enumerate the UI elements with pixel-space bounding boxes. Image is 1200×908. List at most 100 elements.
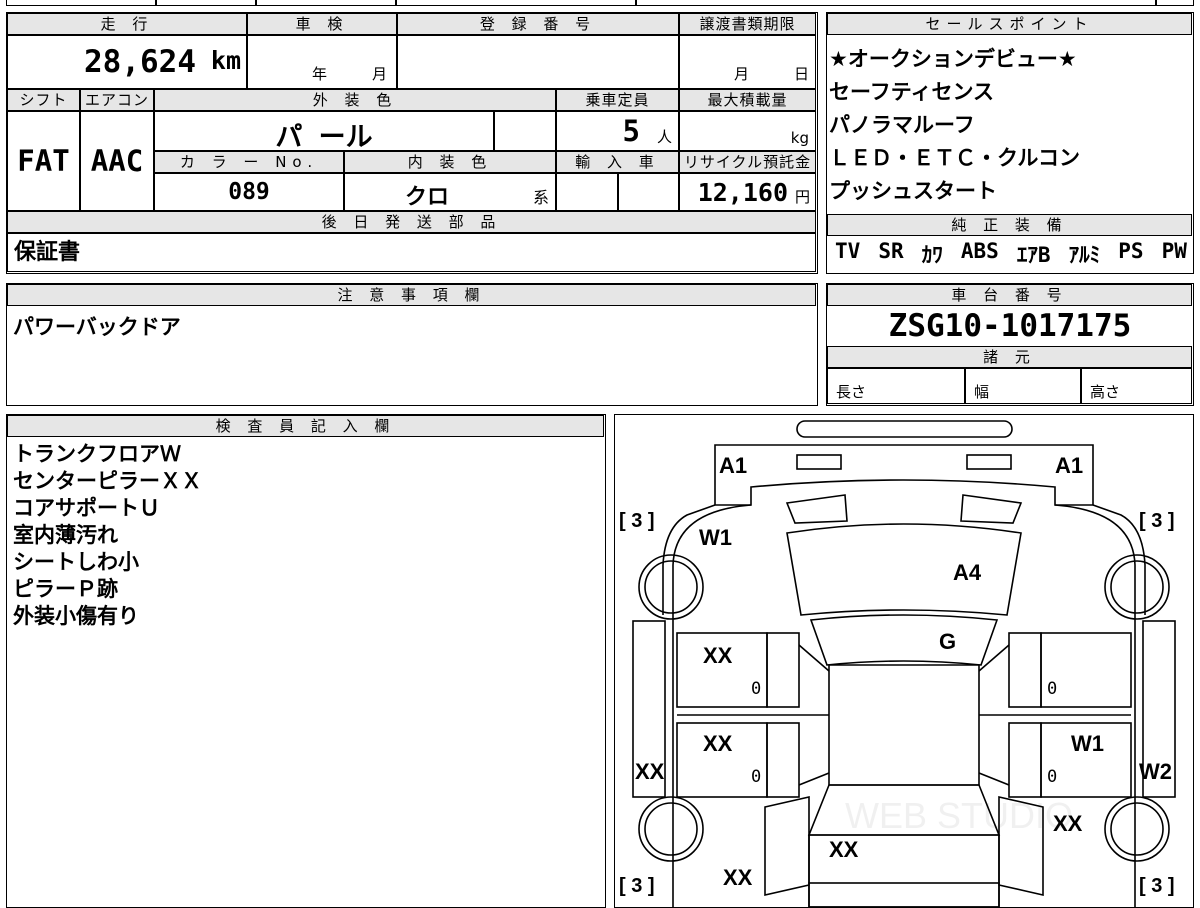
label-xx-door-fl: XX <box>703 643 733 668</box>
sales-points-panel: セールスポイント ★オークションデビュー★ セーフティセンス パノラマルーフ Ｌ… <box>826 12 1194 274</box>
label-xx-trunk: XX <box>829 837 859 862</box>
tread-front-right: [ 3 ] <box>1139 510 1175 532</box>
equipment-item: ｴｱB <box>1016 243 1051 267</box>
front-body-shape <box>714 444 1094 506</box>
tread-rear-left-value: 3 <box>631 875 643 897</box>
tread-front-left: [ 3 ] <box>619 510 655 532</box>
recycle-cell: 12,160 円 <box>679 173 816 211</box>
inspector-note-line: シートしわ小 <box>13 550 139 574</box>
transfer-day-label: 日 <box>794 65 810 83</box>
label-a1-right: A1 <box>1055 453 1084 478</box>
transfer-deadline-header: 譲渡書類期限 <box>679 13 816 35</box>
later-parts-cell: 保証書 <box>7 233 816 272</box>
label-w1-front-left: W1 <box>699 525 732 550</box>
label-a4-hood: A4 <box>953 560 982 585</box>
wheel-rear-left-inner <box>644 802 698 856</box>
label-xx-rear-left: XX <box>723 865 753 890</box>
exterior-color-header: 外 装 色 <box>154 89 556 111</box>
exterior-color-extra-cell <box>494 111 556 151</box>
chassis-panel: 車 台 番 号 ZSG10-1017175 諸 元 長さ 幅 高さ <box>826 283 1194 406</box>
label-xx-side-left: XX <box>635 759 665 784</box>
inspector-notes-list: トランクフロアＷ センターピラーＸＸ コアサポートＵ 室内薄汚れ シートしわ小 … <box>13 441 202 630</box>
left-rear-door-inner <box>766 722 800 798</box>
inspection-year-label: 年 <box>312 65 328 83</box>
sales-point-item: プッシュスタート <box>829 179 997 203</box>
mileage-cell: 28,624 km <box>7 35 247 89</box>
aircon-header: エアコン <box>80 89 154 111</box>
exterior-color-cell: パ ール <box>154 111 494 153</box>
interior-color-value: クロ <box>405 185 450 210</box>
mileage-value: 28,624 <box>84 44 196 80</box>
top-strip-cell <box>6 0 156 6</box>
top-strip-cell <box>1156 0 1194 6</box>
height-cell: 高さ <box>1081 368 1192 404</box>
sales-point-item: パノラマルーフ <box>829 113 975 137</box>
max-load-unit: kg <box>790 129 809 147</box>
right-headlight-shape <box>966 454 1012 470</box>
aircon-cell: AAC <box>80 111 154 211</box>
zero-marker: 0 <box>1047 767 1058 787</box>
notes-panel: 注 意 事 項 欄 パワーバックドア <box>6 283 818 406</box>
inspector-note-line: ピラーＰ跡 <box>13 577 118 601</box>
left-grille-shape <box>785 494 848 524</box>
right-grille-shape <box>960 494 1023 524</box>
left-front-door-inner <box>766 632 800 708</box>
width-cell: 幅 <box>965 368 1081 404</box>
import-cell <box>556 173 618 211</box>
wheel-rear-left <box>638 796 704 862</box>
later-parts-value: 保証書 <box>14 240 81 265</box>
right-rear-door-inner <box>1008 722 1042 798</box>
top-strip-cell <box>636 0 1156 6</box>
label-xx-rear-right: XX <box>1053 811 1083 836</box>
inspection-cell: 年 月 <box>247 35 397 89</box>
equipment-item: ｱﾙﾐ <box>1068 243 1101 267</box>
sales-point-item: ＬＥＤ・ＥＴＣ・クルコン <box>829 146 1080 170</box>
color-no-cell: 089 <box>154 173 344 211</box>
tread-front-right-value: 3 <box>1151 510 1163 532</box>
max-load-header: 最大積載量 <box>679 89 816 111</box>
chassis-header: 車 台 番 号 <box>827 284 1192 306</box>
vehicle-info-table: 走 行 車 検 登 録 番 号 譲渡書類期限 28,624 km 年 月 月 日… <box>6 12 818 274</box>
tread-rear-right-value: 3 <box>1151 875 1163 897</box>
equipment-item: PS <box>1118 239 1144 263</box>
windshield-shape <box>809 614 999 666</box>
inspector-header: 検 査 員 記 入 欄 <box>7 415 604 437</box>
length-label: 長さ <box>836 383 867 401</box>
equipment-item: ABS <box>960 239 999 263</box>
hood-shape <box>786 523 1022 616</box>
max-load-cell: kg <box>679 111 816 151</box>
equipment-item: ｶﾜ <box>921 243 943 267</box>
inspector-note-line: センターピラーＸＸ <box>13 469 202 493</box>
registration-cell <box>397 35 679 89</box>
wheel-rear-right-inner <box>1110 802 1164 856</box>
watermark-text: WEB STUDIO <box>845 795 1074 836</box>
import-cell-2 <box>618 173 679 211</box>
interior-color-header: 内 装 色 <box>344 151 556 173</box>
chassis-number: ZSG10-1017175 <box>888 308 1132 344</box>
rear-bumper-shape <box>808 882 1000 907</box>
wheel-front-left-inner <box>644 560 698 614</box>
label-xx-door-rl: XX <box>703 731 733 756</box>
genuine-equipment-list: TV SR ｶﾜ ABS ｴｱB ｱﾙﾐ PS PW <box>835 239 1187 269</box>
capacity-header: 乗車定員 <box>556 89 679 111</box>
transfer-deadline-cell: 月 日 <box>679 35 816 89</box>
genuine-equipment-header: 純 正 装 備 <box>827 214 1192 236</box>
front-bumper-shape <box>796 420 1013 438</box>
tread-front-left-value: 3 <box>631 510 643 532</box>
label-w1-door-rr: W1 <box>1071 731 1104 756</box>
wheel-front-right-inner <box>1110 560 1164 614</box>
transfer-month-label: 月 <box>734 65 750 83</box>
capacity-cell: 5 人 <box>556 111 679 151</box>
mileage-header: 走 行 <box>7 13 247 35</box>
wheel-rear-right <box>1104 796 1170 862</box>
inspector-note-line: 外装小傷有り <box>13 604 139 628</box>
zero-marker: 0 <box>751 679 762 699</box>
inspector-panel: 検 査 員 記 入 欄 トランクフロアＷ センターピラーＸＸ コアサポートＵ 室… <box>6 414 606 908</box>
label-a1-left: A1 <box>719 453 748 478</box>
import-header: 輸 入 車 <box>556 151 679 173</box>
sales-point-item: ★オークションデビュー★ <box>829 47 1077 71</box>
notes-header: 注 意 事 項 欄 <box>7 284 816 306</box>
recycle-unit: 円 <box>794 188 810 206</box>
zero-marker: 0 <box>1047 679 1058 699</box>
length-cell: 長さ <box>827 368 965 404</box>
